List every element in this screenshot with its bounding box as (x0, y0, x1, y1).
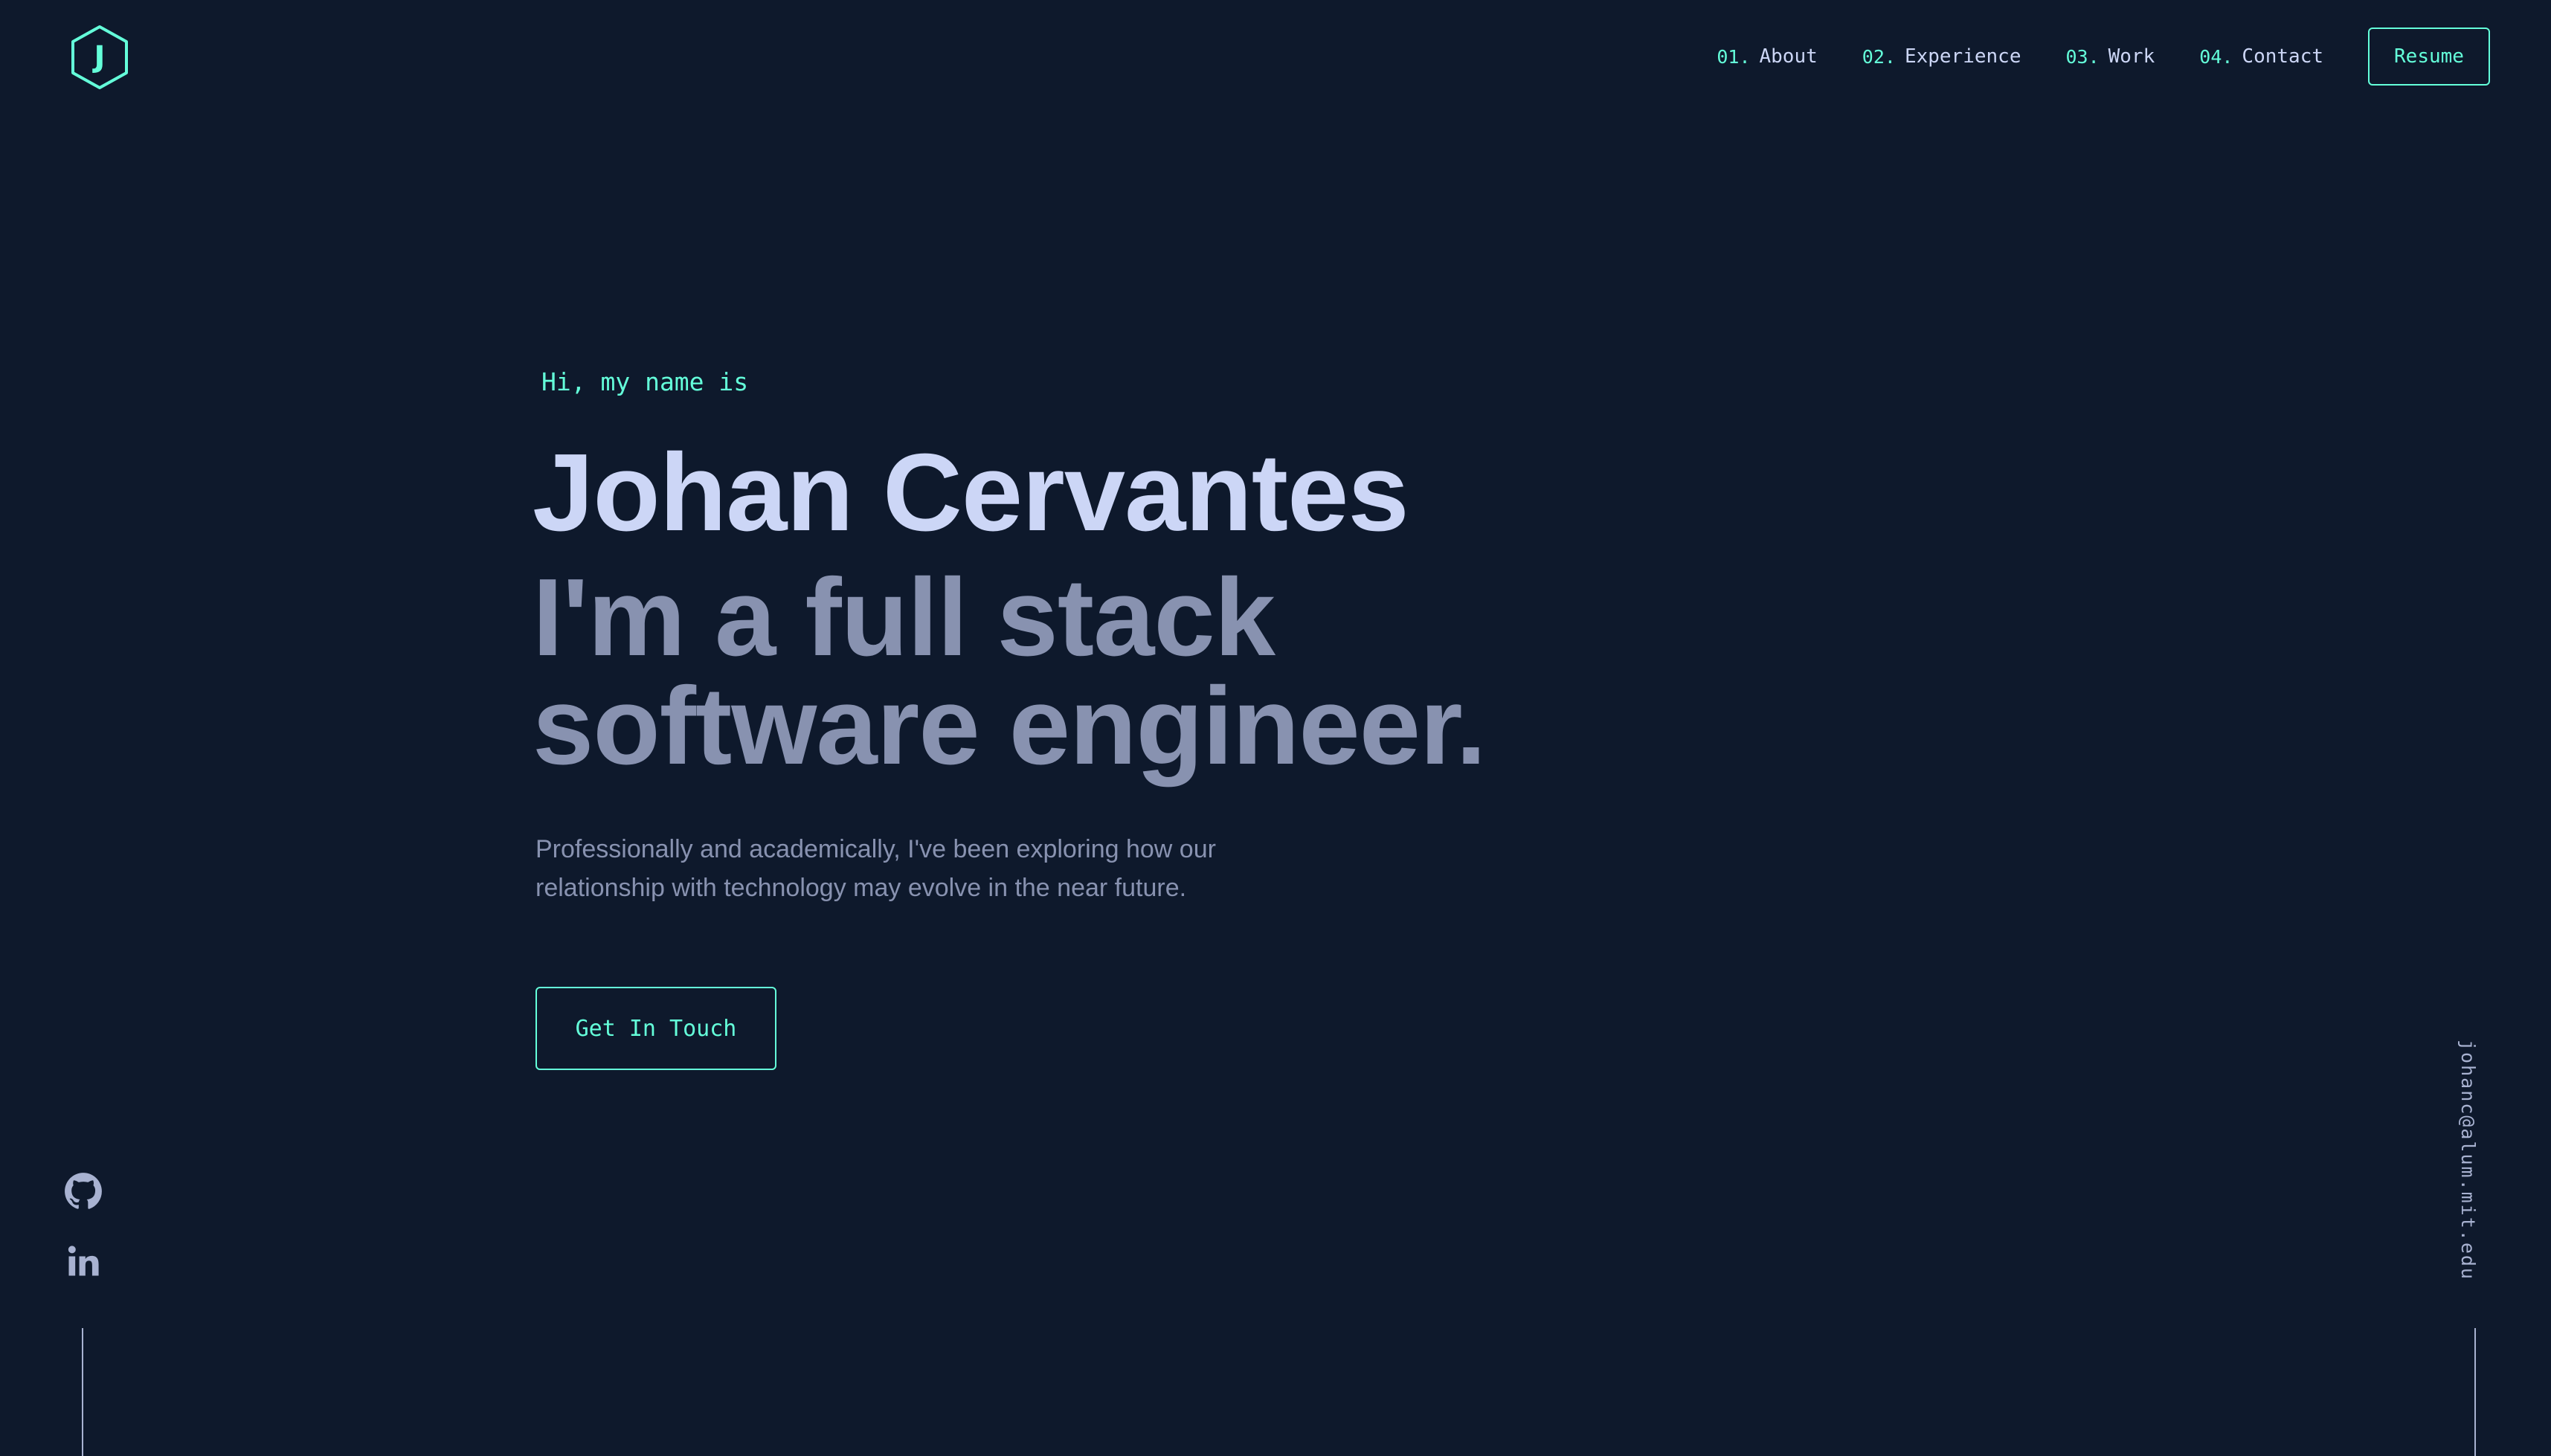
linkedin-link[interactable] (64, 1242, 103, 1281)
nav-item-label: About (1759, 45, 1818, 68)
social-links (64, 1172, 103, 1312)
nav-item-number: 01. (1717, 45, 1751, 68)
nav-item-label: Contact (2242, 45, 2323, 68)
nav-item-number: 04. (2199, 45, 2233, 68)
nav-item-work[interactable]: 03. Work (2065, 45, 2155, 68)
email-link[interactable]: johanc@alum.mit.edu (2457, 1040, 2479, 1281)
nav-item-number: 03. (2065, 45, 2100, 68)
github-link[interactable] (64, 1172, 103, 1211)
main-nav: 01. About 02. Experience 03. Work 04. Co… (1717, 27, 2490, 86)
nav-item-label: Work (2108, 45, 2155, 68)
linkedin-icon (68, 1246, 99, 1276)
hero-description: Professionally and academically, I've be… (535, 835, 1216, 902)
github-icon (65, 1173, 102, 1209)
get-in-touch-button[interactable]: Get In Touch (535, 987, 776, 1070)
nav-item-experience[interactable]: 02. Experience (1862, 45, 2021, 68)
nav-item-about[interactable]: 01. About (1717, 45, 1817, 68)
nav-item-label: Experience (1904, 45, 2021, 68)
hero-greeting: Hi, my name is (541, 367, 749, 396)
nav-item-number: 02. (1862, 45, 1896, 68)
resume-button[interactable]: Resume (2368, 28, 2490, 86)
logo-letter: J (94, 40, 106, 74)
page: J 01. About 02. Experience 03. Work 04. … (0, 0, 2551, 1456)
left-rail-line (82, 1328, 83, 1456)
hero-tagline: I'm a full stack software engineer. (533, 556, 1487, 787)
home-logo[interactable]: J (68, 24, 131, 91)
right-rail-line (2474, 1328, 2476, 1456)
hero-name: Johan Cervantes (533, 431, 1409, 554)
nav-item-contact[interactable]: 04. Contact (2199, 45, 2323, 68)
